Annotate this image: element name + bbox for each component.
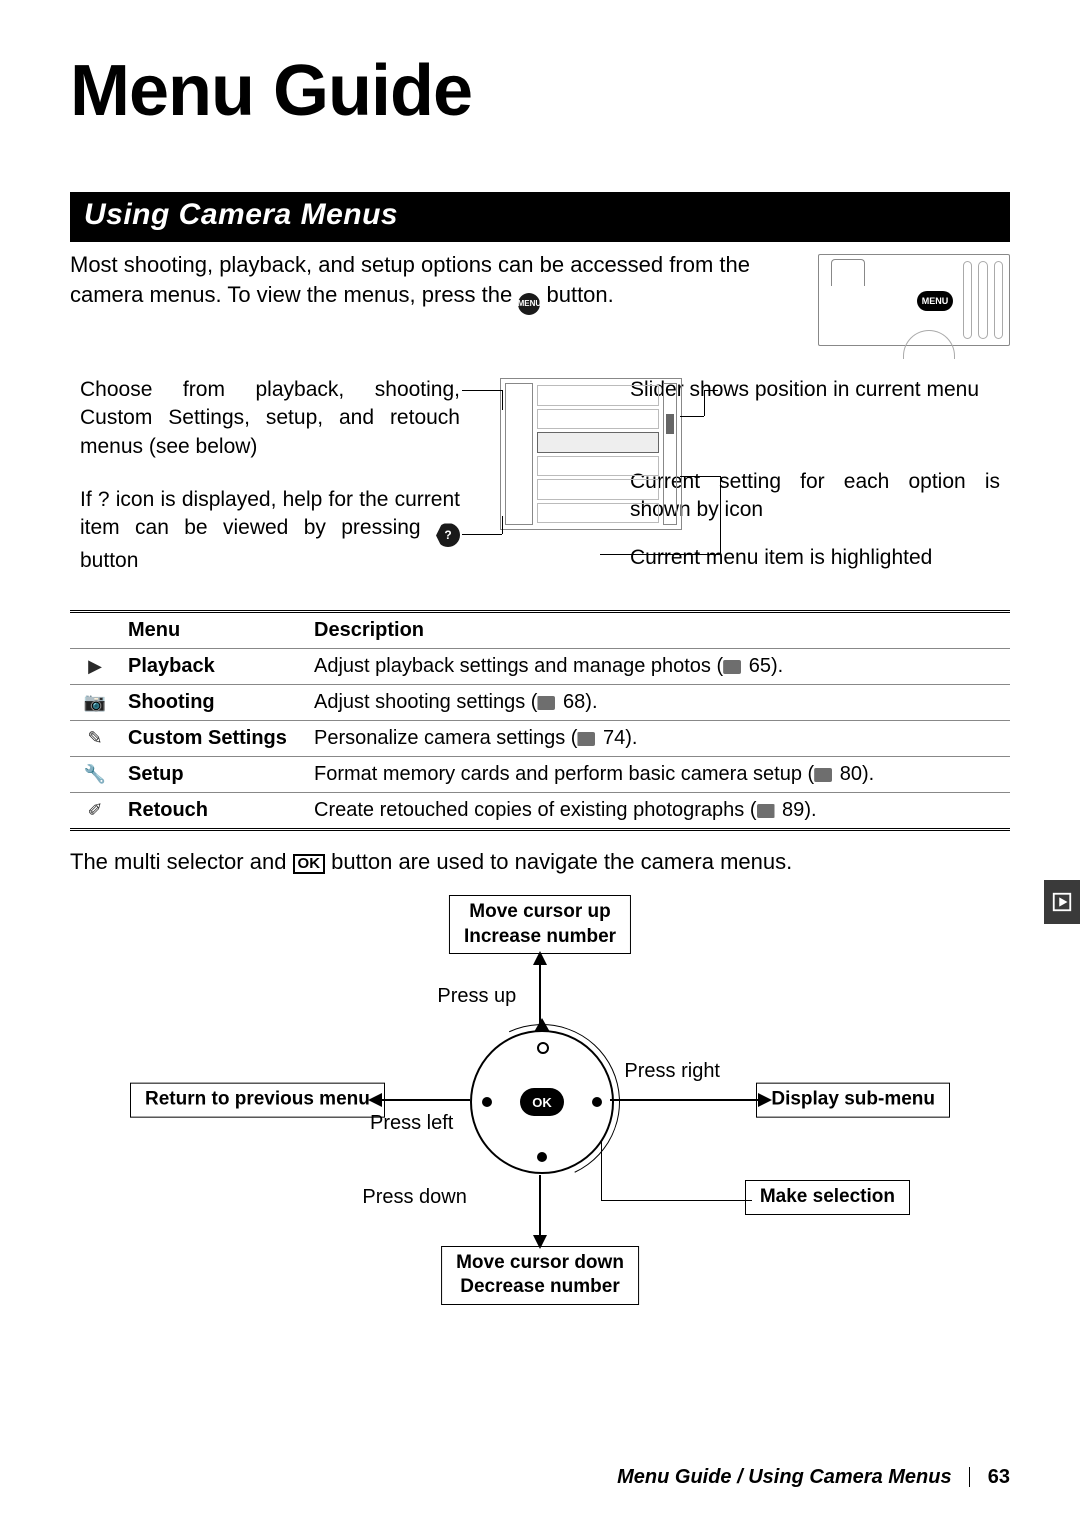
camera-illustration: MENU [818,254,1010,346]
menu-description: Format memory cards and perform basic ca… [306,757,1010,793]
menu-description: Adjust shooting settings ( 68). [306,685,1010,721]
label-up-l2: Increase number [464,925,616,950]
selector-intro: The multi selector and OK button are use… [70,849,1010,875]
menu-name: Playback [120,649,306,685]
intro-post: button. [546,282,613,307]
page-ref-number: 65 [743,655,771,677]
ok-glyph-icon: OK [293,854,326,874]
intro-text: Most shooting, playback, and setup optio… [70,250,788,315]
callout-help-text-post: button [80,549,138,572]
menu-name: Custom Settings [120,721,306,757]
label-display-submenu: Display sub-menu [756,1083,950,1118]
press-right-label: Press right [624,1060,720,1083]
label-up-l1: Move cursor up [464,900,616,925]
callout-menu-tabs: Choose from playback, shooting, Custom S… [80,376,460,461]
press-left-label: Press left [370,1112,453,1135]
menu-button-icon: MENU [518,293,540,315]
label-down-l1: Move cursor down [456,1251,624,1276]
callout-highlight: Current menu item is highlighted [630,544,1000,572]
page-number: 63 [988,1466,1010,1488]
table-row: ▶PlaybackAdjust playback settings and ma… [70,649,1010,685]
section-heading: Using Camera Menus [70,192,1010,242]
table-row: ✎Custom SettingsPersonalize camera setti… [70,721,1010,757]
menu-description: Create retouched copies of existing phot… [306,793,1010,830]
setup-icon: 🔧 [70,757,120,793]
selector-intro-post: button are used to navigate the camera m… [331,849,792,874]
multi-selector-diagram: OK Move cursor up Increase number Press … [70,895,1010,1305]
playback-section-tab-icon [1044,880,1080,924]
menu-name: Setup [120,757,306,793]
menu-name: Retouch [120,793,306,830]
label-move-cursor-up: Move cursor up Increase number [449,895,631,954]
menu-screen-mock-icon [500,378,682,530]
menu-col-header: Menu [120,612,306,649]
desc-col-header: Description [306,612,1010,649]
shooting-icon: 📷 [70,685,120,721]
page-footer: Menu Guide / Using Camera Menus 63 [70,1466,1010,1489]
playback-icon: ▶ [70,649,120,685]
page-ref-icon [757,804,775,818]
menu-description: Adjust playback settings and manage phot… [306,649,1010,685]
label-down-l2: Decrease number [456,1275,624,1300]
breadcrumb: Menu Guide / Using Camera Menus [617,1466,952,1488]
zoom-out-help-button-icon: ? [436,523,460,547]
menu-table: Menu Description ▶PlaybackAdjust playbac… [70,610,1010,831]
table-row: 📷ShootingAdjust shooting settings ( 68). [70,685,1010,721]
page-ref-icon [814,768,832,782]
intro-row: Most shooting, playback, and setup optio… [70,250,1010,346]
page-ref-number: 89 [777,799,805,821]
multi-selector-dial-icon: OK [470,1030,614,1174]
menu-description: Personalize camera settings ( 74). [306,721,1010,757]
callout-slider: Slider shows position in current menu [630,376,1000,404]
page-ref-number: 74 [597,727,625,749]
page-ref-icon [723,660,741,674]
table-row: ✐RetouchCreate retouched copies of exist… [70,793,1010,830]
press-down-label: Press down [362,1186,467,1209]
press-up-label: Press up [437,985,516,1008]
ok-button-icon: OK [520,1088,564,1116]
intro-pre: Most shooting, playback, and setup optio… [70,252,750,307]
table-row: 🔧SetupFormat memory cards and perform ba… [70,757,1010,793]
menu-name: Shooting [120,685,306,721]
menu-screen-callouts: Choose from playback, shooting, Custom S… [70,376,1010,586]
callout-help-text-pre: If ? icon is displayed, help for the cur… [80,488,460,539]
page-ref-icon [537,696,555,710]
page-ref-icon [577,732,595,746]
label-return-previous: Return to previous menu [130,1083,385,1118]
page-ref-number: 68 [557,691,585,713]
page-title: Menu Guide [70,50,1010,132]
custom-icon: ✎ [70,721,120,757]
menu-button-on-camera-icon: MENU [917,291,953,311]
label-make-selection: Make selection [745,1180,910,1215]
selector-intro-pre: The multi selector and [70,849,293,874]
page-ref-number: 80 [834,763,862,785]
label-move-cursor-down: Move cursor down Decrease number [441,1246,639,1305]
retouch-icon: ✐ [70,793,120,830]
